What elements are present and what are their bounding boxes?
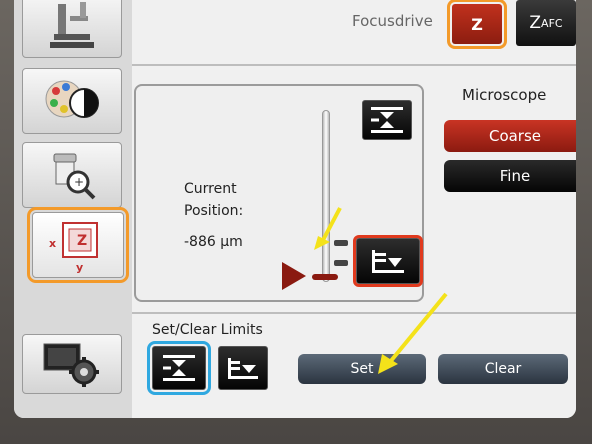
set-clear-limits-label: Set/Clear Limits bbox=[152, 322, 263, 338]
zafc-main-label: Z bbox=[529, 13, 542, 33]
lower-limit-marker bbox=[334, 260, 348, 266]
fine-button[interactable]: Fine bbox=[444, 160, 576, 192]
z-axis-label: Z bbox=[77, 233, 87, 249]
set-label: Set bbox=[350, 361, 374, 377]
current-position-value: -886 µm bbox=[184, 234, 243, 250]
magnifier-icon: + bbox=[53, 153, 96, 200]
main-panel: Focusdrive Z Z AFC Current Position: -886… bbox=[132, 0, 576, 418]
coarse-label: Coarse bbox=[488, 127, 542, 145]
lower-limit-small-icon bbox=[228, 358, 258, 379]
upper-and-lower-limit-button[interactable] bbox=[147, 341, 211, 395]
lower-limit-only-button[interactable] bbox=[218, 346, 268, 390]
position-panel: Current Position: -886 µm bbox=[134, 84, 424, 302]
focus-position-indicator[interactable] bbox=[312, 274, 338, 280]
microscope-title: Microscope bbox=[462, 86, 547, 104]
sidebar-item-contrast[interactable] bbox=[22, 68, 122, 134]
x-axis-label: x bbox=[49, 237, 56, 250]
current-position-label: Current Position: bbox=[184, 178, 243, 222]
sidebar-item-magnifier[interactable]: + bbox=[22, 142, 122, 208]
limits-center-icon bbox=[371, 107, 403, 133]
sidebar-item-settings[interactable] bbox=[22, 334, 122, 394]
position-pointer-icon bbox=[282, 262, 306, 290]
current-label-line2: Position: bbox=[184, 203, 244, 219]
current-label-line1: Current bbox=[184, 181, 237, 197]
upper-limit-marker bbox=[334, 240, 348, 246]
y-axis-label: y bbox=[76, 261, 83, 274]
left-sidebar: + Z x y bbox=[14, 0, 132, 418]
microscope-icon bbox=[50, 2, 94, 48]
header-divider bbox=[132, 64, 576, 66]
limits-divider bbox=[132, 312, 576, 314]
color-contrast-icon bbox=[45, 80, 99, 118]
xyz-stage-icon: Z x y bbox=[49, 222, 98, 274]
focusdrive-label: Focusdrive bbox=[352, 12, 433, 30]
clear-limit-button[interactable]: Clear bbox=[438, 354, 568, 384]
z-button-label: Z bbox=[471, 14, 483, 34]
sidebar-item-xyz-stage[interactable]: Z x y bbox=[27, 207, 129, 283]
focus-slider-track[interactable] bbox=[322, 110, 330, 282]
go-to-lower-limit-button[interactable] bbox=[353, 235, 423, 287]
set-limit-button[interactable]: Set bbox=[298, 354, 426, 384]
zafc-sub-label: AFC bbox=[541, 16, 563, 30]
z-focusdrive-button[interactable]: Z bbox=[447, 0, 507, 49]
coarse-button[interactable]: Coarse bbox=[444, 120, 576, 152]
fine-label: Fine bbox=[499, 167, 531, 185]
sidebar-item-microscope[interactable] bbox=[22, 0, 122, 58]
svg-text:+: + bbox=[74, 175, 84, 189]
both-limits-icon bbox=[163, 355, 195, 381]
settings-gear-icon bbox=[43, 343, 99, 387]
touch-screen: + Z x y Focusdrive Z Z AFC Current Posit… bbox=[14, 0, 576, 418]
zafc-button[interactable]: Z AFC bbox=[516, 0, 576, 46]
clear-label: Clear bbox=[484, 361, 522, 377]
go-to-center-button[interactable] bbox=[362, 100, 412, 140]
lower-limit-icon bbox=[372, 250, 404, 273]
